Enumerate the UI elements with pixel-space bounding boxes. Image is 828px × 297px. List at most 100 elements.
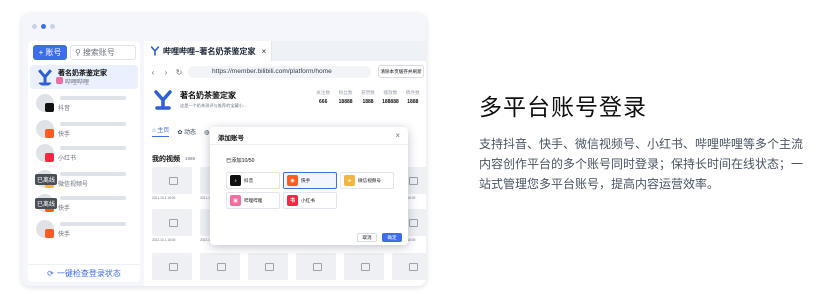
videos-title: 我的视频 — [152, 156, 180, 163]
account-platform: 哔哩哔哩 — [65, 80, 90, 86]
upload-icon: ◍ — [204, 129, 210, 136]
platform-name: 微信视频号 — [358, 177, 381, 183]
profile-stat: 粉丝数 18888 — [334, 90, 356, 105]
stat-value: 666 — [319, 99, 328, 105]
bilibili-badge-icon — [56, 77, 63, 84]
platform-option[interactable]: ♪ 抖音 — [226, 172, 280, 189]
added-count: 已添加10/50 — [226, 158, 255, 164]
url-field[interactable]: https://member.bilibili.com/platform/hom… — [188, 66, 371, 78]
platform-badge-icon — [45, 103, 54, 112]
wechat-channels-icon: ∞ — [344, 175, 355, 186]
xiaohongshu-icon: 书 — [287, 195, 298, 206]
account-item[interactable]: 微信视频号 已离线 — [35, 169, 140, 191]
account-search-input[interactable]: ⚲ 搜索账号 — [70, 45, 136, 60]
profile-name: 著名奶茶鉴定家 — [180, 91, 236, 100]
reload-icon[interactable]: ↻ — [175, 68, 183, 77]
account-item[interactable]: 小红书 — [36, 143, 140, 165]
account-platform: 微信视频号 — [58, 182, 89, 188]
account-name-placeholder — [60, 172, 126, 176]
search-icon: ⚲ — [75, 48, 81, 57]
profile-stats: 关注数 666 粉丝数 18888 获赞数 1888 播放数 188888 稿件数 1888 — [312, 90, 424, 105]
stat-value: 1888 — [362, 99, 374, 105]
stat-label: 粉丝数 — [338, 90, 353, 95]
account-sidebar: + 账号 ⚲ 搜索账号 著名奶茶鉴定家 哔哩哔哩 抖音 快手 小红书 微信视频号 已离线… — [28, 41, 140, 282]
bilibili-avatar-icon — [37, 68, 53, 86]
platform-name: 哔哩哔哩 — [244, 197, 263, 203]
video-thumbnail[interactable] — [152, 253, 192, 280]
profile-logo-icon — [154, 90, 172, 110]
account-name-placeholder — [60, 96, 126, 100]
account-item[interactable]: 抖音 — [36, 93, 140, 115]
account-name-placeholder — [60, 196, 126, 200]
account-item[interactable]: 著名奶茶鉴定家 哔哩哔哩 — [36, 67, 140, 89]
browser-tab[interactable]: 哔哩哔哩–著名奶茶鉴定家 × — [144, 41, 272, 61]
stat-value: 18888 — [338, 99, 353, 105]
video-thumbnail[interactable] — [200, 253, 240, 280]
account-item[interactable]: 快手 — [36, 119, 140, 141]
profile-stat: 关注数 666 — [312, 90, 334, 105]
cancel-button[interactable]: 取消 — [357, 233, 377, 242]
platform-name: 小红书 — [301, 197, 315, 203]
stat-label: 稿件数 — [405, 90, 420, 95]
profile-stat: 播放数 188888 — [379, 90, 401, 105]
platform-option[interactable]: ▣ 哔哩哔哩 — [226, 192, 280, 209]
add-account-label: 账号 — [45, 48, 62, 57]
video-thumbnail[interactable] — [152, 167, 192, 194]
check-login-status-label: 一键检查登录状态 — [56, 269, 121, 278]
profile-tab[interactable]: ✿ 动态 — [177, 127, 196, 136]
account-name-placeholder — [60, 146, 126, 150]
video-meta: 2022-10-1 18:00 — [152, 238, 176, 242]
stat-label: 关注数 — [316, 90, 331, 95]
home-icon: ⌂ — [152, 128, 156, 134]
account-search-placeholder: 搜索账号 — [82, 48, 115, 57]
clear-cache-button[interactable]: 清除本页缓存并刷新 — [378, 65, 424, 78]
account-name-placeholder — [60, 222, 126, 226]
add-account-modal: 添加账号 × 已添加10/50 ♪ 抖音 ◉ 快手 ∞ 微信视频号 ▣ 哔哩哔哩书小红书 取消… — [210, 127, 408, 245]
platform-badge-icon — [45, 153, 54, 162]
video-thumbnail[interactable] — [152, 209, 192, 236]
feature-description: 支持抖音、快手、微信视频号、小红书、哔哩哔哩等多个主流内容创作平台的多个账号同时… — [479, 137, 804, 191]
back-icon[interactable]: ‹ — [149, 68, 157, 77]
page: + 账号 ⚲ 搜索账号 著名奶茶鉴定家 哔哩哔哩 抖音 快手 小红书 微信视频号 已离线… — [0, 0, 828, 297]
platform-option[interactable]: ∞ 微信视频号 — [340, 172, 394, 189]
profile-tab-label: 主页 — [157, 128, 170, 134]
account-item[interactable]: 快手 — [36, 219, 140, 241]
confirm-button[interactable]: 确定 — [382, 233, 402, 242]
check-login-status-button[interactable]: ⟳ 一键检查登录状态 — [28, 264, 140, 282]
close-tab-icon[interactable]: × — [261, 47, 266, 56]
account-platform: 快手 — [58, 206, 71, 212]
modal-title: 添加账号 — [218, 135, 244, 142]
close-icon[interactable]: × — [395, 131, 400, 140]
forward-icon[interactable]: › — [162, 68, 170, 77]
video-thumbnail[interactable] — [296, 253, 336, 280]
stat-label: 获赞数 — [361, 90, 375, 95]
account-platform: 快手 — [58, 132, 71, 138]
account-platform: 快手 — [58, 232, 71, 238]
stat-value: 1888 — [407, 99, 419, 105]
account-item[interactable]: 快手 已离线 — [35, 193, 140, 215]
platform-option[interactable]: 书小红书 — [283, 192, 337, 209]
video-meta: 2021-10-1 18:00 — [152, 196, 176, 200]
platform-badge-icon — [45, 129, 54, 138]
platform-name: 快手 — [301, 177, 311, 183]
video-thumbnail[interactable] — [392, 253, 426, 280]
modal-divider — [210, 144, 408, 145]
platform-badge-icon — [45, 229, 54, 238]
dynamic-icon: ✿ — [177, 129, 183, 136]
add-account-button[interactable]: + 账号 — [33, 45, 67, 60]
platform-name: 抖音 — [244, 177, 254, 183]
video-thumbnail[interactable] — [344, 253, 384, 280]
kuaishou-icon: ◉ — [287, 175, 298, 186]
videos-count: 1988 — [185, 156, 196, 161]
video-thumbnail[interactable] — [248, 253, 288, 280]
profile-tab-label: 动态 — [184, 129, 197, 136]
feature-headline: 多平台账号登录 — [479, 94, 647, 120]
douyin-icon: ♪ — [230, 175, 241, 186]
platform-option[interactable]: ◉ 快手 — [283, 172, 337, 189]
account-name-placeholder — [60, 122, 126, 126]
bilibili-tab-icon — [150, 46, 160, 56]
profile-description: 这是一个奶茶测评与推荐的宝藏小… — [180, 103, 248, 108]
address-bar: ‹ › ↻ https://member.bilibili.com/platfo… — [144, 63, 426, 81]
profile-tab[interactable]: ⌂ 主页 — [152, 125, 170, 137]
account-platform: 小红书 — [58, 156, 77, 162]
